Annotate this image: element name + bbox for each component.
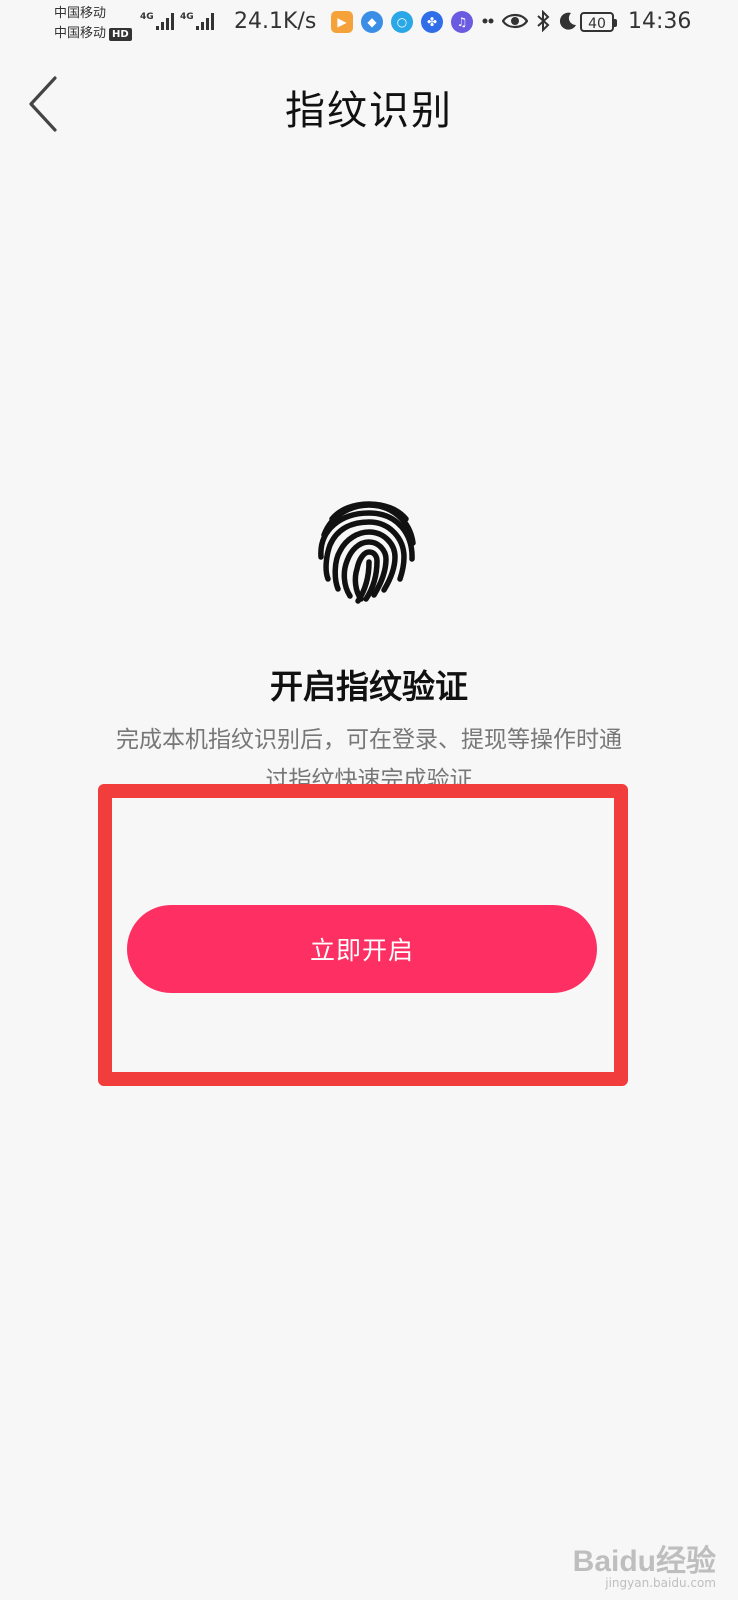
network-type-1: 4G — [140, 12, 154, 22]
enable-now-button[interactable]: 立即开启 — [127, 905, 597, 993]
more-dots-icon — [482, 18, 494, 24]
system-icons — [482, 10, 586, 32]
page-title: 指纹识别 — [285, 88, 453, 134]
watermark: Baidu经验 jingyan.baidu.com — [573, 1536, 716, 1590]
music-app-icon: ♫ — [451, 11, 473, 33]
browser-app-icon: ◆ — [361, 11, 383, 33]
moon-icon — [558, 11, 578, 31]
fingerprint-icon — [318, 501, 416, 604]
hd-badge: HD — [109, 27, 132, 41]
video-app-icon: ▶ — [331, 11, 353, 33]
signal-bars-icon — [155, 12, 176, 30]
carrier-name-2: 中国移动 — [54, 26, 107, 41]
notification-icons: ▶ ◆ ○ ✤ ♫ — [331, 11, 481, 33]
battery-indicator: 40 — [580, 12, 617, 32]
signal-bars-icon — [195, 12, 216, 30]
bluetooth-icon — [536, 10, 550, 32]
network-speed: 24.1K/s — [234, 9, 317, 34]
signal-strength-2: 4G — [180, 12, 216, 30]
status-bar: 中国移动 中国移动 HD 4G 4G 24.1K/s ▶ ◆ ○ ✤ ♫ 40 1… — [0, 0, 738, 50]
description-line-1: 完成本机指纹识别后，可在登录、提现等操作时通 — [116, 727, 622, 753]
signal-strength-1: 4G — [140, 12, 176, 30]
baidu-app-icon: ✤ — [421, 11, 443, 33]
carrier-name-1: 中国移动 — [54, 6, 107, 21]
network-type-2: 4G — [180, 12, 194, 22]
status-time: 14:36 — [628, 9, 692, 34]
search-app-icon: ○ — [391, 11, 413, 33]
eye-icon — [502, 12, 528, 30]
headline: 开启指纹验证 — [270, 667, 468, 706]
watermark-logo: Baidu经验 — [572, 1545, 716, 1578]
carrier-info: 中国移动 中国移动 HD — [54, 4, 132, 44]
